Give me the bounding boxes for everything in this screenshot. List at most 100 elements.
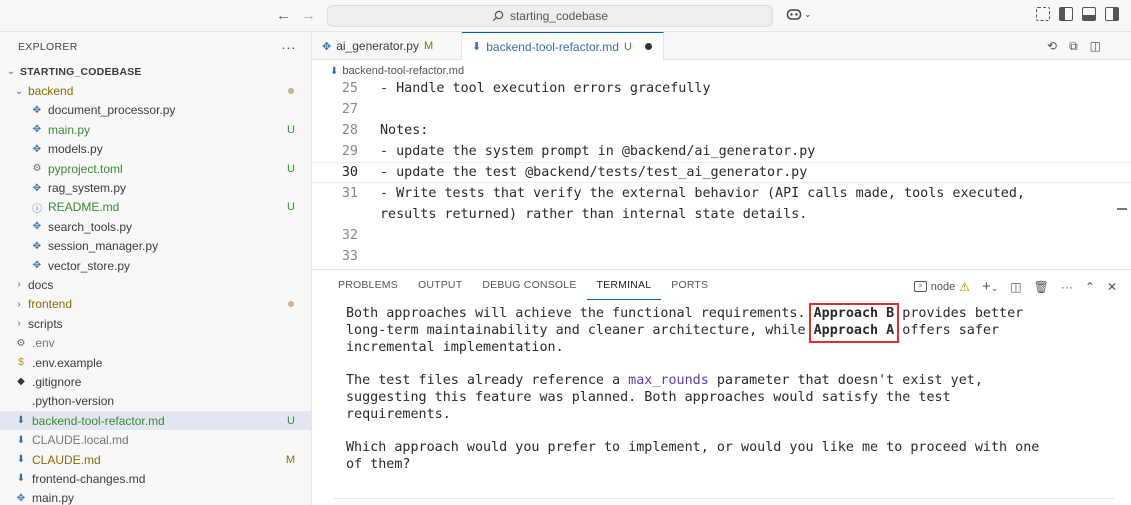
workspace-root[interactable]: ⌄ STARTING_CODEBASE xyxy=(0,62,311,81)
code-line[interactable]: 33 xyxy=(312,246,1131,267)
tree-item-label: pyproject.toml xyxy=(48,161,123,176)
markdown-file-icon: ⬇ xyxy=(330,65,339,77)
tree-item-label: README.md xyxy=(48,200,120,215)
line-number: 29 xyxy=(341,144,358,159)
editor-tabs: ✥ ai_generator.py M ⬇ backend-tool-refac… xyxy=(312,32,1131,60)
code-line[interactable]: 29 - update the system prompt in @backend… xyxy=(312,141,1131,162)
terminal-text: The test files already reference a xyxy=(346,373,629,389)
tree-item-label: CLAUDE.md xyxy=(32,452,101,467)
terminal-output[interactable]: Both approaches will achieve the functio… xyxy=(312,300,1131,474)
forward-arrow-icon[interactable]: → xyxy=(301,7,316,24)
tree-item[interactable]: ✥ document_processor.py xyxy=(0,101,311,120)
code-line[interactable]: 31 - Write tests that verify the external… xyxy=(312,183,1131,204)
split-editor-icon[interactable]: ◫ xyxy=(1090,39,1101,54)
back-arrow-icon[interactable]: ← xyxy=(276,7,291,24)
customize-layout-icon[interactable] xyxy=(1036,7,1050,21)
tree-item[interactable]: ⚙ pyproject.toml U xyxy=(0,159,311,178)
code-line[interactable]: 32 xyxy=(312,225,1131,246)
chevron-right-icon: › xyxy=(17,298,21,310)
tab-debug-console[interactable]: DEBUG CONSOLE xyxy=(472,270,586,300)
tree-item[interactable]: ⬇ frontend-changes.md xyxy=(0,469,311,488)
code-line[interactable]: results returned) rather than internal s… xyxy=(312,204,1131,225)
toggle-panel-icon[interactable] xyxy=(1082,7,1096,21)
command-center-search[interactable]: starting_codebase xyxy=(327,5,773,27)
tree-item[interactable]: › frontend xyxy=(0,295,311,314)
tab-status: M xyxy=(423,40,434,52)
tree-item[interactable]: ⬇ backend-tool-refactor.md U xyxy=(0,411,311,431)
more-actions-icon[interactable]: ··· xyxy=(1061,280,1073,294)
py-file-icon: ✥ xyxy=(32,143,42,155)
breadcrumb-file[interactable]: backend-tool-refactor.md xyxy=(342,65,464,77)
tab-label: OUTPUT xyxy=(417,279,463,291)
unsaved-dot-icon[interactable] xyxy=(644,43,652,50)
close-panel-icon[interactable]: ✕ xyxy=(1107,280,1117,294)
line-number: 27 xyxy=(341,102,358,117)
tab-label: PORTS xyxy=(671,279,709,291)
code-line[interactable]: 25 - Handle tool execution errors gracefu… xyxy=(312,78,1131,99)
dollar-file-icon: $ xyxy=(18,357,24,369)
tab-label: ai_generator.py xyxy=(336,39,419,53)
tree-item[interactable]: $ .env.example xyxy=(0,353,311,372)
split-terminal-icon[interactable]: ◫ xyxy=(1010,280,1021,294)
tab-terminal[interactable]: TERMINAL xyxy=(586,270,662,300)
open-changes-icon[interactable]: ⟲ xyxy=(1047,39,1057,54)
tab-ai-generator[interactable]: ✥ ai_generator.py M xyxy=(312,32,462,60)
copilot-menu[interactable]: ⌄ xyxy=(786,7,812,21)
git-status-badge: U xyxy=(287,123,295,136)
more-actions-icon[interactable]: ··· xyxy=(281,39,296,55)
tree-item-label: models.py xyxy=(48,142,103,157)
tree-item[interactable]: ⌄ backend xyxy=(0,81,311,100)
scrollbar-marker[interactable] xyxy=(1117,208,1127,210)
line-number: 28 xyxy=(341,123,358,138)
trash-icon[interactable]: 🗑 xyxy=(1034,280,1049,294)
code-line[interactable]: 30 - update the test @backend/tests/test_… xyxy=(312,162,1131,183)
line-number: 25 xyxy=(341,81,358,96)
toggle-secondary-sidebar-icon[interactable] xyxy=(1105,7,1119,21)
tree-item[interactable]: ✥ search_tools.py xyxy=(0,217,311,236)
line-number: 31 xyxy=(341,186,358,201)
line-text: - Write tests that verify the external b… xyxy=(380,186,1025,201)
tree-item[interactable]: ✥ rag_system.py xyxy=(0,178,311,197)
tree-item-label: search_tools.py xyxy=(48,219,133,234)
tab-status: U xyxy=(623,40,632,53)
tree-item-label: main.py xyxy=(48,122,91,137)
toggle-primary-sidebar-icon[interactable] xyxy=(1059,7,1073,21)
py-file-icon: ✥ xyxy=(32,240,42,252)
code-line[interactable]: 28 Notes: xyxy=(312,120,1131,141)
tree-item[interactable]: ⬇ CLAUDE.local.md xyxy=(0,430,311,449)
tree-item[interactable]: .python-version xyxy=(0,392,311,411)
tab-ports[interactable]: PORTS xyxy=(661,270,718,300)
tree-item[interactable]: ✥ vector_store.py xyxy=(0,256,311,275)
code-view[interactable]: 25 - Handle tool execution errors gracefu… xyxy=(312,78,1131,267)
info-file-icon: ⓘ xyxy=(32,203,42,215)
new-terminal-icon[interactable]: +⌄ xyxy=(982,278,998,295)
tree-item[interactable]: › docs xyxy=(0,275,311,294)
line-text: - Handle tool execution errors gracefull… xyxy=(380,81,711,96)
tree-item-label: backend xyxy=(28,84,74,99)
title-bar: ← → starting_codebase ⌄ xyxy=(0,0,1131,32)
tree-item[interactable]: ⚙ .env xyxy=(0,333,311,352)
py-file-icon: ✥ xyxy=(32,104,42,116)
tab-label: TERMINAL xyxy=(596,278,652,291)
tab-backend-tool-refactor[interactable]: ⬇ backend-tool-refactor.md U xyxy=(462,32,664,60)
tree-item[interactable]: ✥ session_manager.py xyxy=(0,237,311,256)
modified-dot-icon xyxy=(288,301,294,308)
tab-output[interactable]: OUTPUT xyxy=(408,270,472,300)
tab-problems[interactable]: PROBLEMS xyxy=(328,270,408,300)
tree-item[interactable]: ✥ main.py U xyxy=(0,120,311,139)
tree-item[interactable]: ✥ main.py xyxy=(0,489,311,505)
tree-item[interactable]: › scripts xyxy=(0,314,311,333)
tree-item[interactable]: ⬇ CLAUDE.md M xyxy=(0,450,311,469)
maximize-panel-icon[interactable]: ⌃ xyxy=(1085,280,1095,294)
tree-item[interactable]: ✥ models.py xyxy=(0,140,311,159)
approach-highlight-box xyxy=(808,303,900,343)
git-status-badge: U xyxy=(287,414,295,427)
tree-item[interactable]: ◆ .gitignore xyxy=(0,372,311,391)
tree-item[interactable]: ⓘ README.md U xyxy=(0,198,311,217)
open-preview-icon[interactable]: ⧉ xyxy=(1069,39,1078,54)
code-line[interactable]: 27 xyxy=(312,99,1131,120)
terminal-text: suggesting this feature was planned. Bot… xyxy=(346,389,951,405)
terminal-selector[interactable]: > node ⚠ xyxy=(913,280,970,294)
chevron-down-icon: ⌄ xyxy=(6,66,16,78)
git-status-badge: U xyxy=(287,162,295,175)
